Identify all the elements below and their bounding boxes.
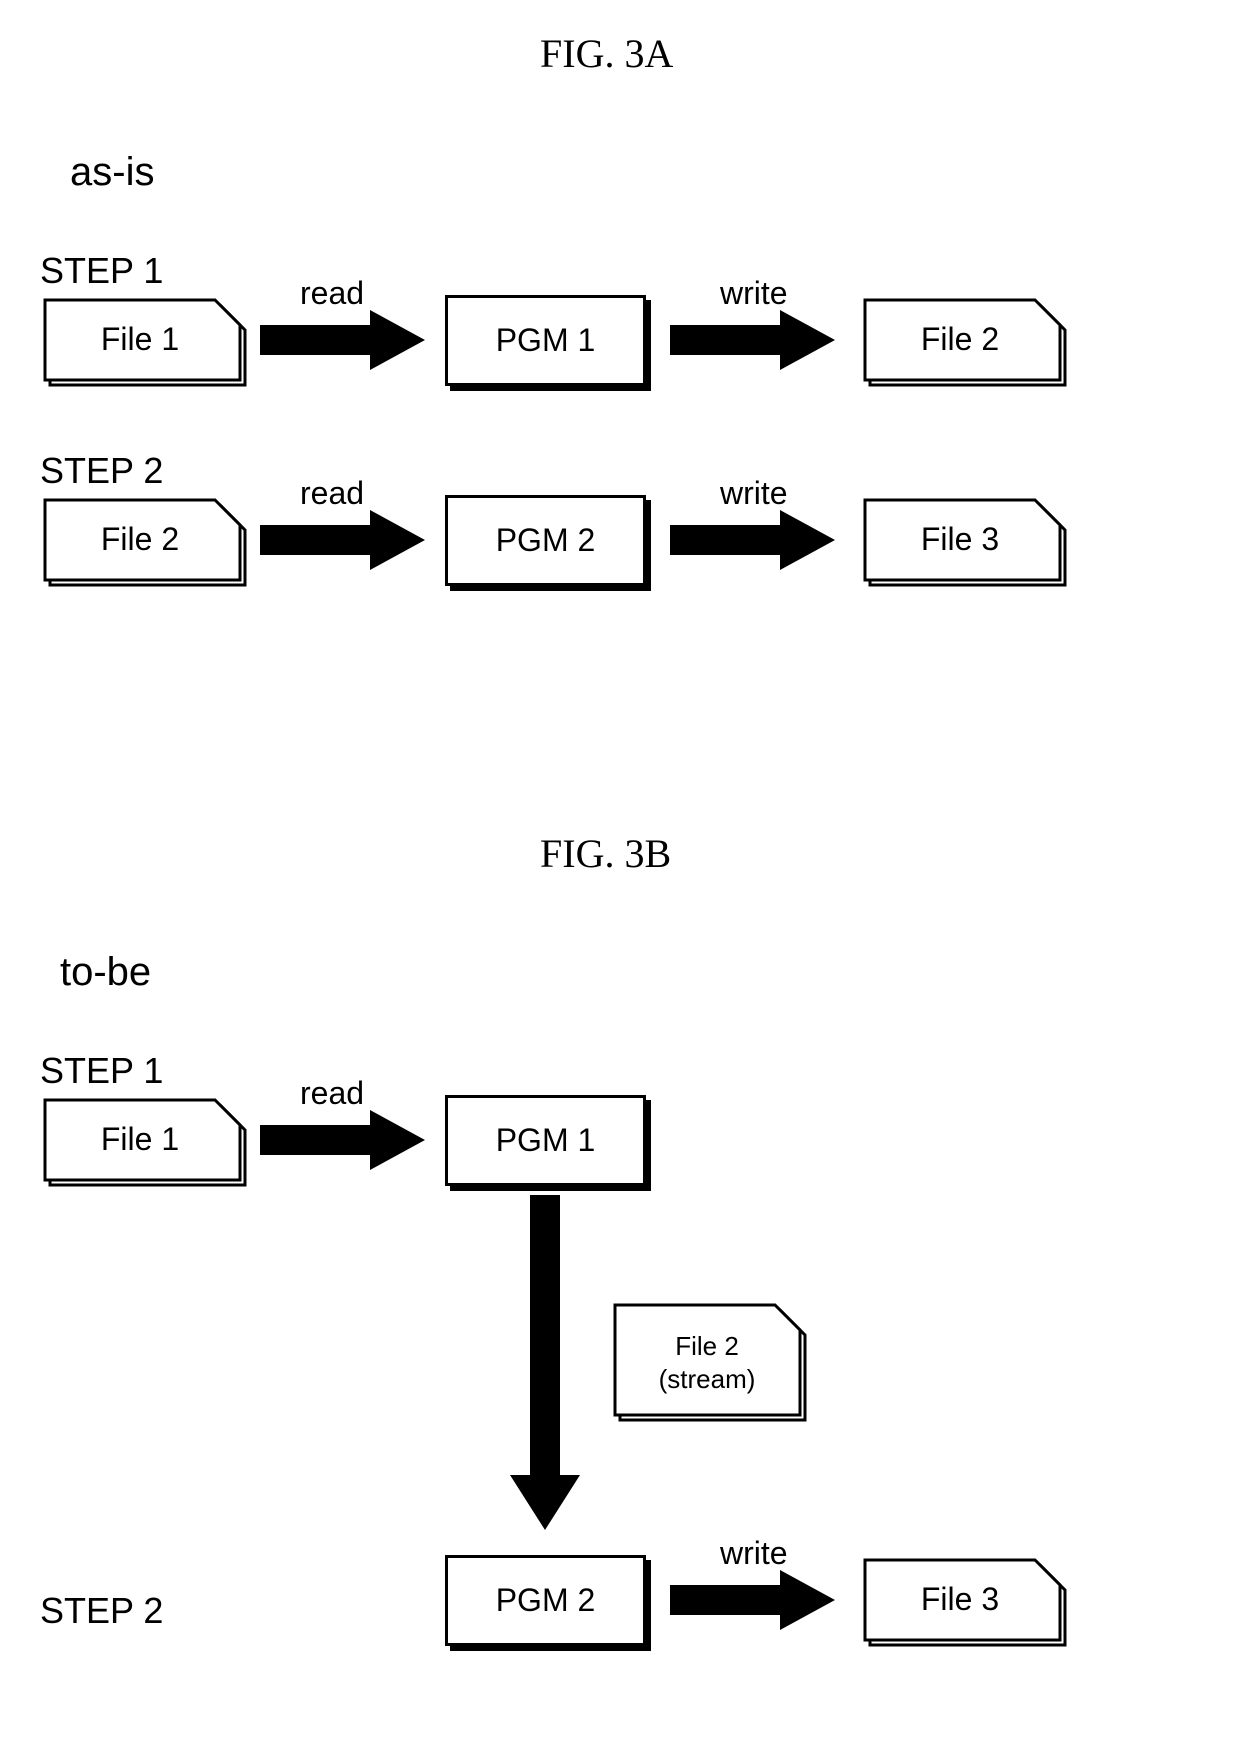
fig-3b-step2-arrow-label: write: [720, 1535, 788, 1572]
file2-3a-text: File 2: [921, 321, 999, 357]
fig-3b-step2-label: STEP 2: [40, 1590, 163, 1632]
fig-3a-step2-arrow2-label: write: [720, 475, 788, 512]
arrow-right-icon: [260, 310, 430, 370]
fig-3b-step1-label: STEP 1: [40, 1050, 163, 1092]
pgm1-3a-text: PGM 1: [496, 323, 596, 358]
arrow-down-icon: [510, 1195, 580, 1535]
file1-3b-text: File 1: [101, 1121, 179, 1157]
file1-3a-text: File 1: [101, 321, 179, 357]
fig-3a-title: FIG. 3A: [540, 30, 673, 77]
file2-stream-line1: File 2: [675, 1331, 739, 1361]
pgm2-3b-text: PGM 2: [496, 1583, 596, 1618]
file-shape-file2-3a: File 2: [860, 295, 1070, 390]
pgm2-3b: PGM 2: [445, 1555, 646, 1646]
arrow-right-icon: [260, 510, 430, 570]
fig-3a-section: as-is: [70, 150, 154, 195]
arrow-right-icon: [670, 310, 840, 370]
file-shape-file1-3b: File 1: [40, 1095, 250, 1190]
arrow-right-icon: [670, 1570, 840, 1630]
file3-3b-text: File 3: [921, 1581, 999, 1617]
fig-3a-step2-arrow1-label: read: [300, 475, 364, 512]
arrow-right-icon: [260, 1110, 430, 1170]
fig-3a-step2-label: STEP 2: [40, 450, 163, 492]
file-shape-file3-3b: File 3: [860, 1555, 1070, 1650]
file-shape-file1-3a: File 1: [40, 295, 250, 390]
fig-3a-step1-arrow2-label: write: [720, 275, 788, 312]
file-shape-file2-stream: File 2 (stream): [610, 1300, 810, 1430]
file3-3a-text: File 3: [921, 521, 999, 557]
file2-stream-line2: (stream): [659, 1364, 756, 1394]
diagram-page: { "figA": { "title": "FIG. 3A", "section…: [0, 0, 1240, 1759]
pgm1-3b-text: PGM 1: [496, 1123, 596, 1158]
pgm2-3a: PGM 2: [445, 495, 646, 586]
pgm2-3a-text: PGM 2: [496, 523, 596, 558]
fig-3b-section: to-be: [60, 950, 151, 995]
arrow-right-icon: [670, 510, 840, 570]
file-shape-file2b-3a: File 2: [40, 495, 250, 590]
fig-3a-step1-label: STEP 1: [40, 250, 163, 292]
file2b-3a-text: File 2: [101, 521, 179, 557]
file-shape-file3-3a: File 3: [860, 495, 1070, 590]
fig-3b-title: FIG. 3B: [540, 830, 671, 877]
pgm1-3b: PGM 1: [445, 1095, 646, 1186]
fig-3a-step1-arrow1-label: read: [300, 275, 364, 312]
fig-3b-step1-arrow1-label: read: [300, 1075, 364, 1112]
pgm1-3a: PGM 1: [445, 295, 646, 386]
